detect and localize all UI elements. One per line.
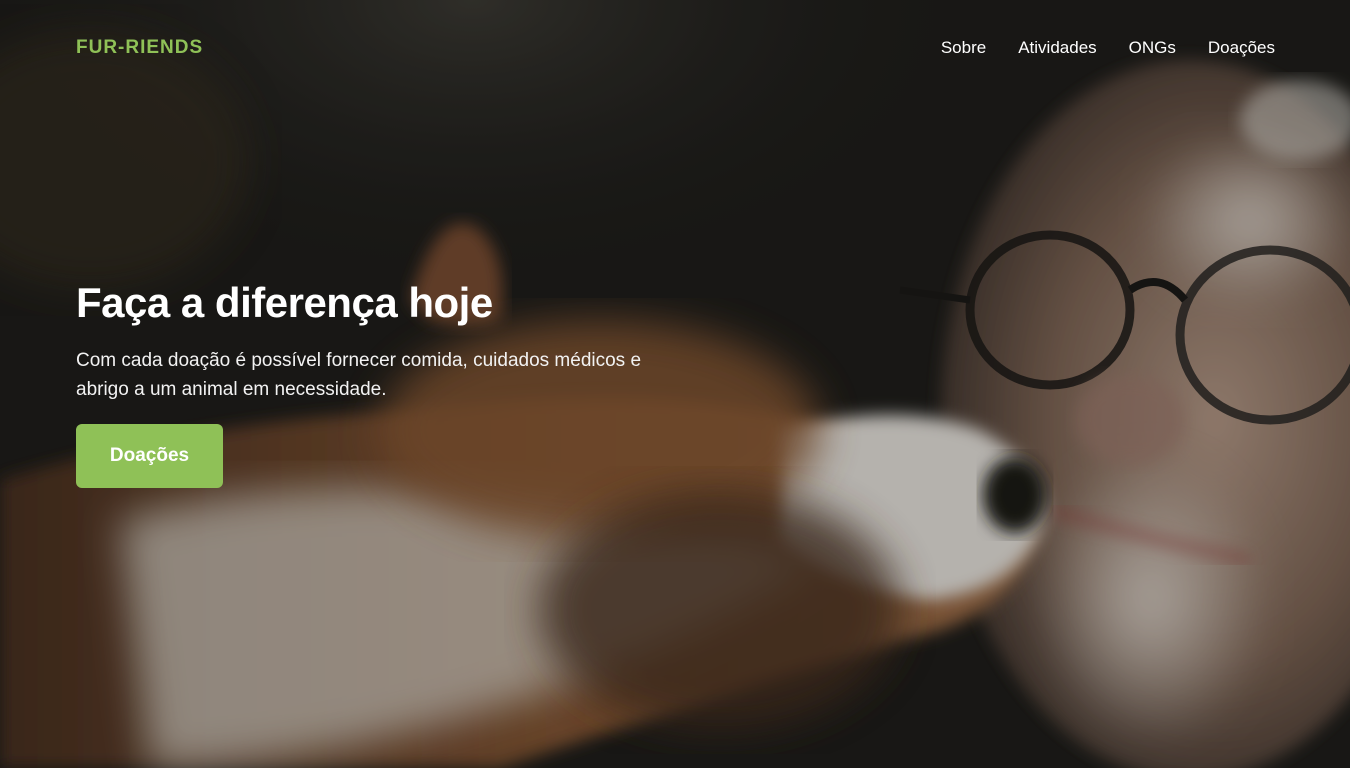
- nav-link-sobre[interactable]: Sobre: [941, 38, 986, 57]
- navbar: FUR-RIENDS Sobre Atividades ONGs Doações: [0, 0, 1350, 96]
- nav-link-doacoes[interactable]: Doações: [1208, 38, 1275, 57]
- nav-item-sobre: Sobre: [941, 38, 986, 58]
- hero-subtitle: Com cada doação é possível fornecer comi…: [76, 350, 642, 400]
- nav-link-atividades[interactable]: Atividades: [1018, 38, 1096, 57]
- brand-logo[interactable]: FUR-RIENDS: [76, 37, 203, 59]
- nav-item-doacoes: Doações: [1208, 38, 1275, 58]
- hero-section: FUR-RIENDS Sobre Atividades ONGs Doações…: [0, 0, 1350, 768]
- nav-item-atividades: Atividades: [1018, 38, 1096, 58]
- donate-button[interactable]: Doações: [76, 424, 223, 488]
- nav-item-ongs: ONGs: [1129, 38, 1176, 58]
- nav-links: Sobre Atividades ONGs Doações: [941, 38, 1275, 58]
- hero-title: Faça a diferença hoje: [76, 279, 493, 326]
- hero-content: Faça a diferença hoje Com cada doação é …: [76, 276, 716, 488]
- nav-link-ongs[interactable]: ONGs: [1129, 38, 1176, 57]
